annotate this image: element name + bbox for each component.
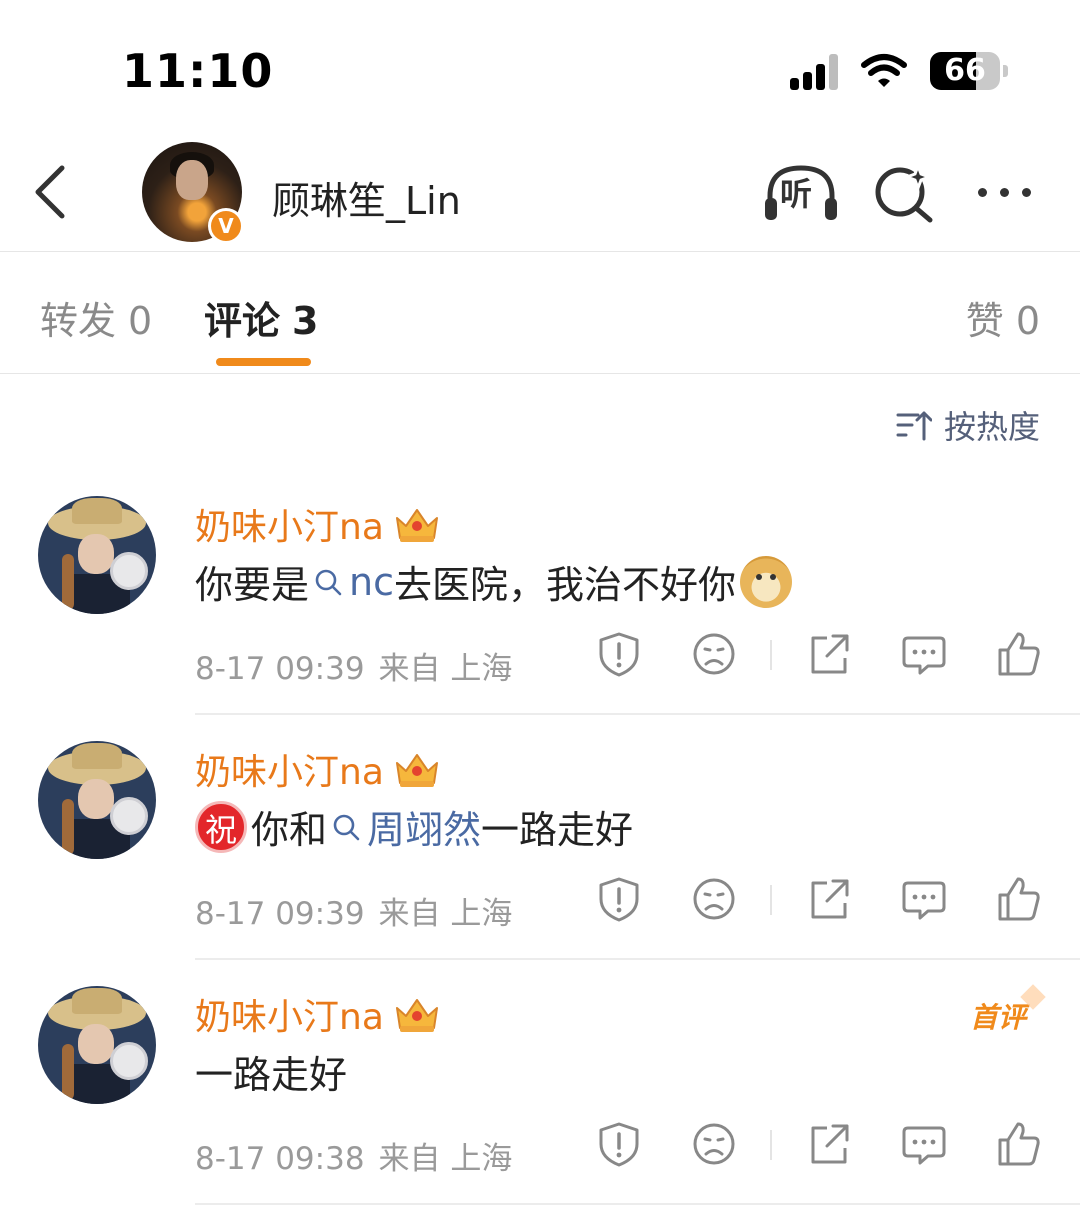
doge-icon	[740, 555, 793, 608]
listen-button[interactable]: 听	[762, 162, 840, 224]
commenter-avatar[interactable]	[38, 496, 156, 614]
tab-comments-label: 评论	[204, 299, 281, 343]
blessing-badge: 祝	[195, 800, 247, 853]
status-time: 11:10	[122, 44, 274, 98]
divider	[770, 885, 772, 915]
first-comment-badge: 首评	[970, 996, 1026, 1036]
verified-badge: V	[208, 208, 244, 244]
back-button[interactable]	[28, 162, 78, 222]
report-icon[interactable]	[595, 630, 643, 678]
comment-date: 8-17 09:39	[195, 896, 365, 932]
comment-item: 奶味小汀na 首评 一路走好 8-17 09:38 来自 上海	[0, 960, 1080, 1205]
divider	[770, 1130, 772, 1160]
commenter-name-row: 奶味小汀na	[195, 988, 442, 1040]
mention-link[interactable]: 周翊然	[327, 799, 481, 854]
sad-face-icon[interactable]	[690, 1120, 738, 1168]
share-icon[interactable]	[805, 1120, 853, 1168]
search-icon	[315, 569, 342, 595]
cellular-signal-icon	[790, 52, 838, 90]
comment-item: 奶味小汀na 祝 你和 周翊然 一路走好 8-17 09:39 来自 上海	[0, 715, 1080, 960]
more-dot	[978, 187, 987, 197]
comment-text-before: 你和	[251, 808, 328, 852]
battery-icon: 66	[930, 52, 1008, 90]
battery-percent: 66	[944, 53, 986, 88]
active-tab-indicator	[216, 358, 311, 366]
sort-label: 按热度	[943, 408, 1040, 446]
share-icon[interactable]	[805, 630, 853, 678]
more-dot	[1022, 187, 1031, 197]
comment-text-after: 去医院，我治不好你	[394, 563, 737, 607]
comment-source: 来自 上海	[378, 1141, 513, 1177]
tab-repost[interactable]: 转发 0	[40, 290, 152, 345]
search-sparkle-icon	[875, 161, 934, 223]
commenter-avatar[interactable]	[38, 741, 156, 859]
comment-bubble-icon[interactable]	[900, 1120, 948, 1168]
comment-bubble-icon[interactable]	[900, 875, 948, 923]
comment-text-body: 一路走好	[195, 1053, 348, 1097]
page-title[interactable]: 顾琳笙_Lin	[272, 170, 461, 225]
chevron-left-icon	[35, 165, 65, 219]
comment-text: 一路走好	[195, 1044, 347, 1099]
wifi-icon	[860, 53, 908, 89]
status-bar: 11:10 66	[0, 0, 1080, 140]
report-icon[interactable]	[595, 1120, 643, 1168]
comment-source: 来自 上海	[378, 651, 513, 687]
comment-date: 8-17 09:39	[195, 651, 365, 687]
crown-icon	[395, 509, 438, 542]
thumbs-up-icon[interactable]	[994, 875, 1042, 923]
thumbs-up-icon[interactable]	[994, 630, 1042, 678]
tab-comments[interactable]: 评论 3	[204, 290, 318, 345]
tab-bar: 转发 0 评论 3 赞0	[0, 252, 1080, 374]
comment-meta: 8-17 09:39 来自 上海	[195, 888, 512, 933]
tab-likes-count: 0	[1015, 299, 1040, 343]
comment-text-after: 一路走好	[481, 808, 634, 852]
search-icon	[333, 814, 360, 840]
divider	[770, 640, 772, 670]
mention-text: nc	[349, 559, 394, 604]
mention-text: 周翊然	[367, 808, 482, 852]
commenter-name[interactable]: 奶味小汀na	[195, 498, 384, 550]
commenter-name-row: 奶味小汀na	[195, 743, 442, 795]
search-button[interactable]	[872, 161, 938, 224]
comment-item: 奶味小汀na 你要是 nc 去医院，我治不好你 8-17 09:39 来自 上海	[0, 470, 1080, 715]
commenter-name[interactable]: 奶味小汀na	[195, 988, 384, 1040]
tab-comments-count: 3	[292, 299, 319, 343]
tab-repost-count: 0	[128, 299, 153, 343]
crown-icon	[395, 999, 438, 1032]
commenter-name-row: 奶味小汀na	[195, 498, 442, 550]
tab-likes[interactable]: 赞0	[966, 290, 1040, 345]
status-icons: 66	[790, 52, 1008, 90]
comment-date: 8-17 09:38	[195, 1141, 365, 1177]
comment-text: 你要是 nc 去医院，我治不好你	[195, 554, 793, 609]
comment-meta: 8-17 09:39 来自 上海	[195, 643, 512, 688]
comment-text-before: 你要是	[195, 563, 310, 607]
mention-link[interactable]: nc	[309, 560, 394, 604]
tab-repost-label: 转发	[40, 299, 117, 343]
listen-label: 听	[780, 175, 813, 213]
comment-bubble-icon[interactable]	[900, 630, 948, 678]
tab-likes-label: 赞	[965, 299, 1004, 343]
share-icon[interactable]	[805, 875, 853, 923]
comment-text: 祝 你和 周翊然 一路走好	[195, 799, 633, 854]
thumbs-up-icon[interactable]	[994, 1120, 1042, 1168]
report-icon[interactable]	[595, 875, 643, 923]
header: V 顾琳笙_Lin 听	[0, 140, 1080, 252]
crown-icon	[395, 754, 438, 787]
commenter-avatar[interactable]	[38, 986, 156, 1104]
sort-icon	[896, 411, 932, 441]
sad-face-icon[interactable]	[690, 875, 738, 923]
comment-divider	[195, 1203, 1080, 1205]
comment-source: 来自 上海	[378, 896, 513, 932]
sort-button[interactable]: 按热度	[896, 402, 1040, 448]
sad-face-icon[interactable]	[690, 630, 738, 678]
commenter-name[interactable]: 奶味小汀na	[195, 743, 384, 795]
more-dot	[1000, 187, 1009, 197]
comment-meta: 8-17 09:38 来自 上海	[195, 1133, 512, 1178]
more-button[interactable]	[978, 170, 1044, 214]
user-avatar[interactable]: V	[142, 142, 244, 244]
